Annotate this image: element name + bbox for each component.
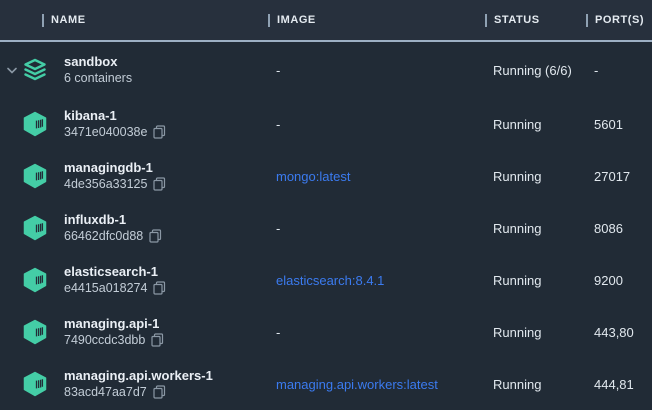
column-divider [485, 14, 487, 27]
name-cell: influxdb-1 66462dfc0d88 [0, 212, 268, 244]
copy-icon[interactable] [153, 125, 166, 139]
container-id: e4415a018274 [64, 280, 147, 296]
container-name: elasticsearch-1 [64, 264, 166, 280]
container-id: 83acd47aa7d7 [64, 384, 147, 400]
column-header-name-label: NAME [51, 14, 86, 26]
container-cube-icon [22, 371, 48, 397]
table-row[interactable]: kibana-1 3471e040038e - Running 5601 [0, 98, 652, 150]
container-subtitle: 4de356a33125 [64, 176, 166, 192]
name-text-block: managingdb-1 4de356a33125 [64, 160, 166, 192]
table-row[interactable]: elasticsearch-1 e4415a018274 elasticsear… [0, 254, 652, 306]
copy-icon[interactable] [153, 281, 166, 295]
container-subtitle: 66462dfc0d88 [64, 228, 162, 244]
name-cell: managingdb-1 4de356a33125 [0, 160, 268, 192]
container-subtitle: 7490ccdc3dbb [64, 332, 164, 348]
table-header: NAME IMAGE STATUS PORT(S) [0, 0, 652, 42]
container-name: managing.api-1 [64, 316, 164, 332]
container-id: 4de356a33125 [64, 176, 147, 192]
image-cell: - [268, 117, 485, 132]
containers-table: NAME IMAGE STATUS PORT(S) [0, 0, 652, 410]
image-cell: - [268, 325, 485, 340]
container-cube-icon [22, 163, 48, 189]
name-text-block: influxdb-1 66462dfc0d88 [64, 212, 162, 244]
name-text-block: elasticsearch-1 e4415a018274 [64, 264, 166, 296]
container-name: kibana-1 [64, 108, 166, 124]
status-cell: Running [485, 377, 586, 392]
container-subtitle: 3471e040038e [64, 124, 166, 140]
column-divider [586, 14, 588, 27]
status-cell: Running [485, 117, 586, 132]
name-cell: managing.api-1 7490ccdc3dbb [0, 316, 268, 348]
container-cube-icon [22, 111, 48, 137]
copy-icon[interactable] [149, 229, 162, 243]
name-text-block: sandbox 6 containers [64, 54, 132, 86]
copy-icon[interactable] [151, 333, 164, 347]
image-cell[interactable]: elasticsearch:8.4.1 [268, 273, 485, 288]
image-cell[interactable]: mongo:latest [268, 169, 485, 184]
ports-cell: 5601 [586, 117, 652, 132]
copy-icon[interactable] [153, 385, 166, 399]
name-cell: kibana-1 3471e040038e [0, 108, 268, 140]
container-cube-icon [22, 267, 48, 293]
ports-cell: 444,81 [586, 377, 652, 392]
container-cube-icon [22, 319, 48, 345]
image-cell[interactable]: managing.api.workers:latest [268, 377, 485, 392]
image-cell: - [268, 221, 485, 236]
name-cell: elasticsearch-1 e4415a018274 [0, 264, 268, 296]
container-name: managingdb-1 [64, 160, 166, 176]
ports-cell: 27017 [586, 169, 652, 184]
table-row[interactable]: managing.api.workers-1 83acd47aa7d7 mana… [0, 358, 652, 410]
container-cube-icon [22, 215, 48, 241]
status-cell: Running [485, 221, 586, 236]
column-header-status[interactable]: STATUS [485, 14, 586, 27]
column-header-image-label: IMAGE [277, 14, 316, 26]
container-name: influxdb-1 [64, 212, 162, 228]
table-row[interactable]: managingdb-1 4de356a33125 mongo:latest R… [0, 150, 652, 202]
column-header-ports-label: PORT(S) [595, 14, 644, 26]
column-header-ports[interactable]: PORT(S) [586, 14, 652, 27]
ports-cell: 9200 [586, 273, 652, 288]
table-row[interactable]: managing.api-1 7490ccdc3dbb - Running 44… [0, 306, 652, 358]
status-cell: Running (6/6) [485, 63, 586, 78]
container-id: 3471e040038e [64, 124, 147, 140]
container-id: 6 containers [64, 70, 132, 86]
column-divider [268, 14, 270, 27]
ports-cell: - [586, 63, 652, 78]
name-cell: managing.api.workers-1 83acd47aa7d7 [0, 368, 268, 400]
container-id: 66462dfc0d88 [64, 228, 143, 244]
ports-cell: 8086 [586, 221, 652, 236]
name-text-block: managing.api.workers-1 83acd47aa7d7 [64, 368, 213, 400]
table-body: sandbox 6 containers - Running (6/6) - [0, 42, 652, 410]
column-divider [42, 14, 44, 27]
name-text-block: managing.api-1 7490ccdc3dbb [64, 316, 164, 348]
copy-icon[interactable] [153, 177, 166, 191]
column-header-name[interactable]: NAME [0, 14, 268, 27]
container-subtitle: 6 containers [64, 70, 132, 86]
ports-cell: 443,80 [586, 325, 652, 340]
container-id: 7490ccdc3dbb [64, 332, 145, 348]
status-cell: Running [485, 325, 586, 340]
status-cell: Running [485, 169, 586, 184]
container-subtitle: e4415a018274 [64, 280, 166, 296]
container-name: sandbox [64, 54, 132, 70]
name-text-block: kibana-1 3471e040038e [64, 108, 166, 140]
column-header-status-label: STATUS [494, 14, 540, 26]
table-row[interactable]: sandbox 6 containers - Running (6/6) - [0, 42, 652, 98]
status-cell: Running [485, 273, 586, 288]
name-cell: sandbox 6 containers [0, 54, 268, 86]
stack-icon [22, 57, 48, 83]
container-name: managing.api.workers-1 [64, 368, 213, 384]
table-row[interactable]: influxdb-1 66462dfc0d88 - Running 8086 [0, 202, 652, 254]
container-subtitle: 83acd47aa7d7 [64, 384, 213, 400]
image-cell: - [268, 63, 485, 78]
column-header-image[interactable]: IMAGE [268, 14, 485, 27]
chevron-down-icon[interactable] [4, 67, 20, 74]
